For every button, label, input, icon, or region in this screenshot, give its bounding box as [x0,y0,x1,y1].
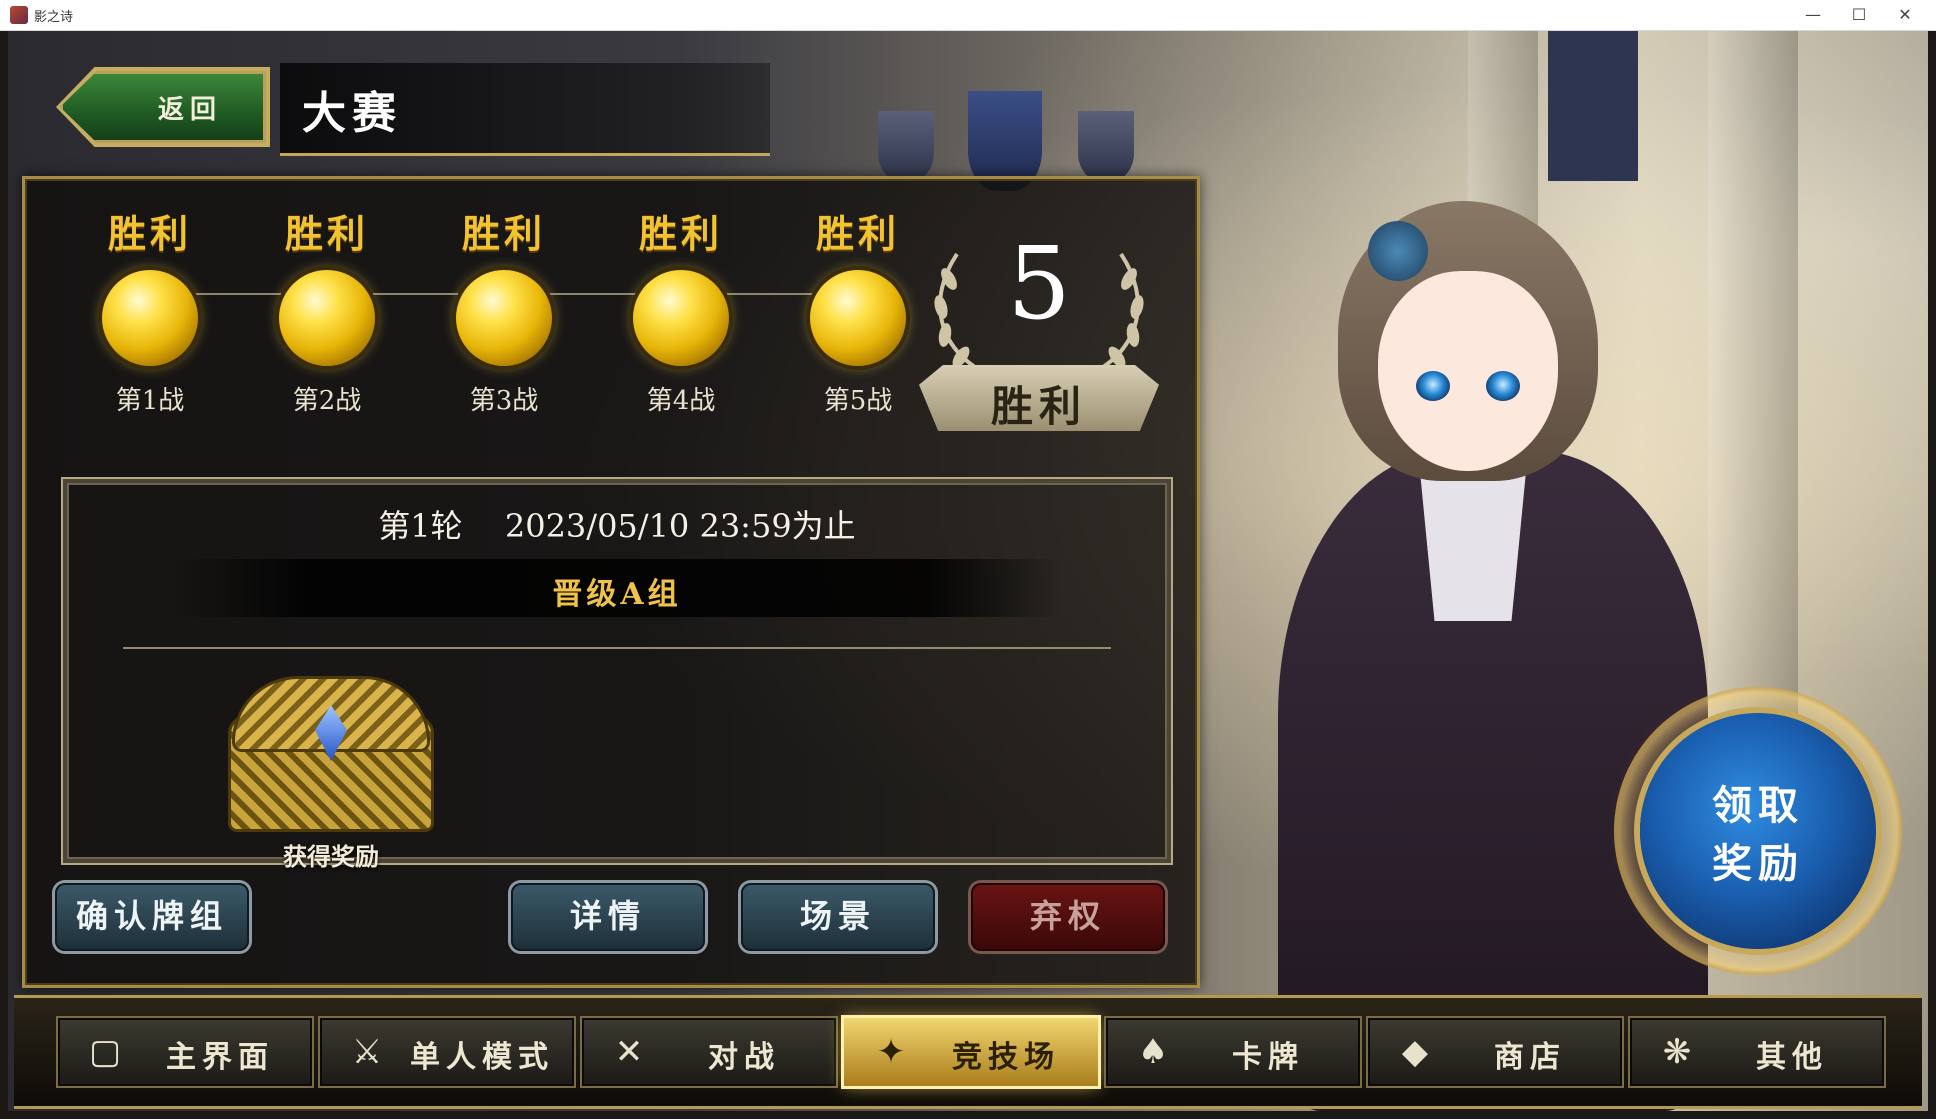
sword-shield-icon: ⚔ [351,1032,383,1072]
character-illustration [1238,161,1798,1111]
claim-reward-line1: 领取 [1712,782,1804,829]
window-titlebar: 影之诗 — ☐ ✕ [0,0,1936,31]
page-title-bar: 大赛 [280,63,770,156]
round-line: 第1轮 2023/05/10 23:59为止 [63,501,1171,547]
nav-label: 竞技场 [952,1040,1060,1075]
victory-coin-icon [102,270,198,366]
battle-number: 第5战 [823,386,893,416]
page-title: 大赛 [302,88,402,139]
app-icon [10,6,28,24]
back-button-label: 返回 [158,95,223,125]
background-banner [1548,31,1638,181]
battle-result: 胜利 [107,211,192,256]
close-button[interactable]: ✕ [1882,0,1928,30]
home-card-icon: ▢ [88,1032,122,1072]
battle-slot: 胜利 第1战 [85,203,215,417]
battle-slot: 胜利 第2战 [262,203,392,417]
character-eye [1416,371,1450,401]
nav-other[interactable]: ❋ 其他 [1630,1018,1884,1086]
victory-coin-icon [279,270,375,366]
battle-number: 第3战 [469,386,539,416]
nav-label: 对战 [708,1040,780,1075]
cards-icon: ♠ [1137,1032,1169,1072]
wins-count: 5 [1007,225,1071,342]
battle-number: 第2战 [292,386,362,416]
round-name: 第1轮 [378,507,463,545]
maximize-button[interactable]: ☐ [1836,0,1882,30]
nav-label: 商店 [1494,1040,1566,1075]
nav-cards[interactable]: ♠ 卡牌 [1106,1018,1360,1086]
window-title: 影之诗 [34,9,74,24]
round-deadline: 2023/05/10 23:59为止 [504,507,856,545]
ornament-divider [123,647,1111,649]
tournament-panel: 胜利 第1战 胜利 第2战 胜利 第3战 胜利 第4战 胜利 第5战 5 胜利 … [22,176,1200,988]
nav-home[interactable]: ▢ 主界面 [58,1018,312,1086]
background-shield [1078,111,1134,181]
battle-slot: 胜利 第4战 [616,203,746,417]
wins-label: 胜利 [990,382,1087,431]
details-button[interactable]: 详情 [511,883,705,951]
nav-label: 单人模式 [410,1040,554,1075]
forfeit-button[interactable]: 弃权 [971,883,1165,951]
treasure-chest-icon[interactable] [231,679,431,829]
nav-arena[interactable]: ✦ 竞技场 [844,1018,1098,1086]
nav-label: 其他 [1756,1040,1828,1075]
arena-icon: ✦ [876,1032,906,1072]
game-viewport: 返回 大赛 胜利 第1战 胜利 第2战 胜利 第3战 胜利 第4战 胜利 第5战… [8,31,1928,1111]
nav-shop[interactable]: ◆ 商店 [1368,1018,1622,1086]
hair-flower-icon [1368,221,1428,281]
minimize-button[interactable]: — [1790,0,1836,30]
nav-solo-mode[interactable]: ⚔ 单人模式 [320,1018,574,1086]
bottom-nav: ▢ 主界面 ⚔ 单人模式 ✕ 对战 ✦ 竞技场 ♠ 卡牌 ◆ 商店 ❋ 其他 [14,995,1922,1109]
claim-reward-line2: 奖励 [1712,840,1804,887]
battle-result: 胜利 [638,211,723,256]
character-face [1378,271,1558,471]
other-icon: ❋ [1662,1032,1692,1072]
round-info-box: 第1轮 2023/05/10 23:59为止 晋级A组 获得奖励 [61,477,1173,871]
reward-label: 获得奖励 [283,842,379,871]
battle-slot: 胜利 第5战 [793,203,923,417]
victory-coin-icon [810,270,906,366]
victory-coin-icon [456,270,552,366]
crossed-swords-icon: ✕ [614,1032,644,1072]
back-button[interactable]: 返回 [60,71,266,143]
character-eye [1486,371,1520,401]
victory-coin-icon [633,270,729,366]
battle-number: 第1战 [115,386,185,416]
nav-battle[interactable]: ✕ 对战 [582,1018,836,1086]
confirm-deck-button[interactable]: 确认牌组 [55,883,249,951]
shop-icon: ◆ [1401,1032,1429,1072]
nav-label: 卡牌 [1232,1040,1304,1075]
group-bar: 晋级A组 [173,559,1061,617]
battle-number: 第4战 [646,386,716,416]
battle-result: 胜利 [461,211,546,256]
nav-label: 主界面 [166,1040,274,1075]
wins-emblem: 5 胜利 [909,215,1169,445]
scene-button[interactable]: 场景 [741,883,935,951]
battle-slot: 胜利 第3战 [439,203,569,417]
battle-result: 胜利 [284,211,369,256]
claim-reward-button[interactable]: 领取 奖励 [1640,713,1876,949]
group-label: 晋级A组 [552,577,682,612]
background-shield [878,111,934,181]
battle-result: 胜利 [815,211,900,256]
